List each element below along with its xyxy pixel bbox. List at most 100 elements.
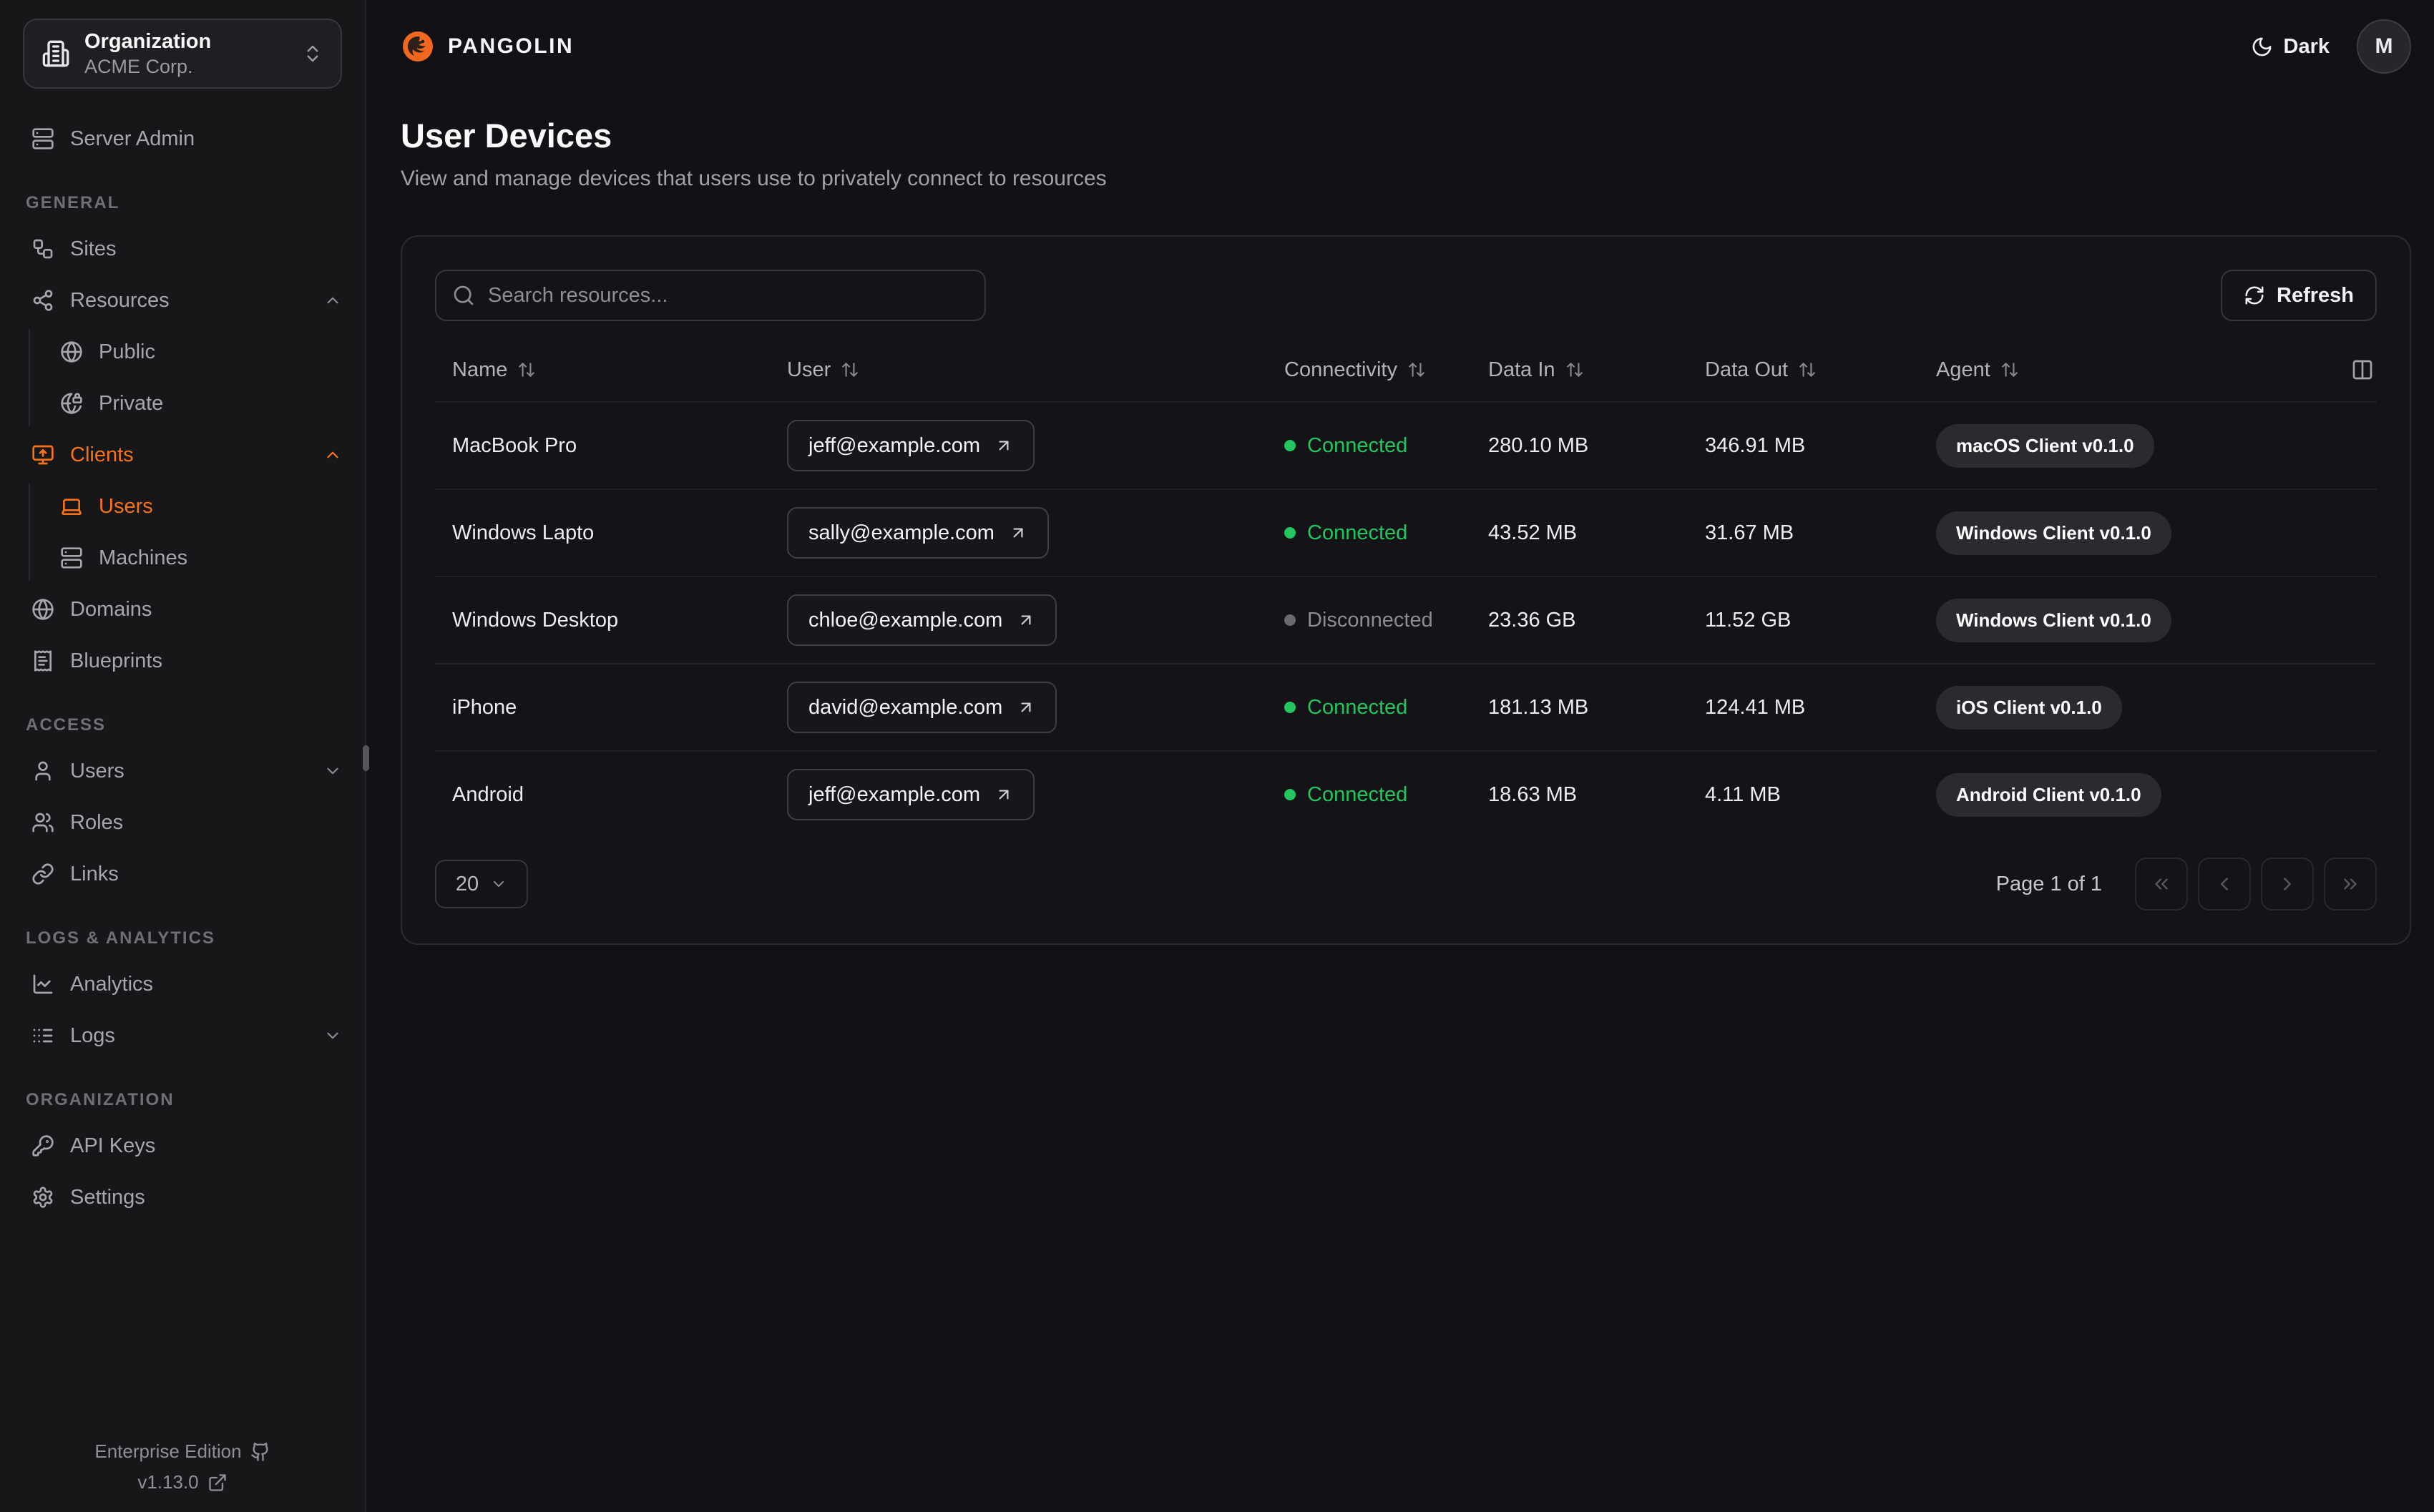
search-icon bbox=[452, 284, 475, 307]
table-row[interactable]: Windows Desktop chloe@example.com Discon… bbox=[435, 576, 2377, 663]
column-header-agent[interactable]: Agent bbox=[1936, 358, 2019, 382]
page-size-select[interactable]: 20 bbox=[435, 860, 528, 908]
globe-icon bbox=[60, 340, 83, 363]
chevron-down-icon bbox=[490, 875, 507, 893]
pagination-controls: Page 1 of 1 bbox=[1996, 858, 2377, 910]
first-page-button[interactable] bbox=[2135, 858, 2188, 910]
app-root: Organization ACME Corp. Server Admin GEN… bbox=[0, 0, 2434, 1512]
monitor-up-icon bbox=[31, 443, 54, 466]
sidebar-section-access: ACCESS Users Roles Links bbox=[0, 715, 365, 900]
sidebar-item-settings[interactable]: Settings bbox=[0, 1172, 365, 1223]
user-icon bbox=[31, 760, 54, 782]
sidebar-item-server-admin[interactable]: Server Admin bbox=[0, 113, 365, 165]
sidebar-item-links[interactable]: Links bbox=[0, 848, 365, 900]
sidebar-item-clients[interactable]: Clients bbox=[0, 429, 365, 481]
table-toolbar: Refresh bbox=[435, 270, 2377, 321]
search-input[interactable] bbox=[488, 283, 969, 308]
user-email: sally@example.com bbox=[808, 521, 994, 544]
devices-card: Refresh Name User Connectivity Data In bbox=[401, 235, 2411, 945]
org-switcher-value: ACME Corp. bbox=[84, 55, 193, 77]
sidebar-section-general: GENERAL Sites Resources Public Private C… bbox=[0, 193, 365, 687]
data-in-value: 23.36 GB bbox=[1488, 608, 1576, 632]
sidebar-item-machines[interactable]: Machines bbox=[0, 532, 365, 584]
status-dot bbox=[1284, 614, 1296, 627]
version-label: v1.13.0 bbox=[137, 1471, 199, 1493]
sidebar-item-roles[interactable]: Roles bbox=[0, 797, 365, 848]
user-link-button[interactable]: jeff@example.com bbox=[787, 769, 1035, 820]
device-name: Windows Desktop bbox=[452, 608, 619, 632]
chart-line-icon bbox=[31, 973, 54, 996]
next-page-button[interactable] bbox=[2261, 858, 2314, 910]
sidebar-item-label: API Keys bbox=[70, 1134, 156, 1157]
previous-page-button[interactable] bbox=[2198, 858, 2251, 910]
sidebar-item-private[interactable]: Private bbox=[0, 378, 365, 429]
sidebar-resize-handle[interactable] bbox=[363, 745, 369, 771]
status-dot bbox=[1284, 440, 1296, 452]
user-link-button[interactable]: david@example.com bbox=[787, 682, 1057, 733]
refresh-button[interactable]: Refresh bbox=[2221, 270, 2377, 321]
avatar[interactable]: M bbox=[2357, 19, 2411, 74]
version-link[interactable]: v1.13.0 bbox=[137, 1471, 227, 1493]
column-header-name[interactable]: Name bbox=[435, 358, 787, 382]
arrow-up-down-icon bbox=[2000, 360, 2019, 379]
sidebar-item-blueprints[interactable]: Blueprints bbox=[0, 635, 365, 687]
data-in-value: 280.10 MB bbox=[1488, 433, 1589, 457]
org-switcher-text: Organization ACME Corp. bbox=[84, 31, 288, 77]
agent-badge: Windows Client v0.1.0 bbox=[1936, 511, 2171, 555]
brand-logo-link[interactable]: PANGOLIN bbox=[401, 29, 574, 64]
sidebar-section-logs-analytics: LOGS & ANALYTICS Analytics Logs bbox=[0, 928, 365, 1061]
connectivity-status: Connected bbox=[1284, 696, 1407, 720]
theme-toggle[interactable]: Dark bbox=[2251, 35, 2330, 59]
column-header-user[interactable]: User bbox=[787, 358, 1284, 382]
column-visibility-button[interactable] bbox=[2351, 358, 2374, 381]
table-row[interactable]: MacBook Pro jeff@example.com Connected 2… bbox=[435, 401, 2377, 489]
data-in-value: 181.13 MB bbox=[1488, 695, 1589, 719]
sidebar-item-analytics[interactable]: Analytics bbox=[0, 958, 365, 1010]
status-dot bbox=[1284, 702, 1296, 714]
external-link-icon bbox=[207, 1473, 228, 1493]
sidebar-item-label: Settings bbox=[70, 1185, 145, 1209]
user-link-button[interactable]: sally@example.com bbox=[787, 507, 1049, 559]
sidebar-item-users[interactable]: Users bbox=[0, 745, 365, 797]
page-title: User Devices bbox=[401, 117, 612, 154]
sidebar-section-organization: ORGANIZATION API Keys Settings bbox=[0, 1090, 365, 1223]
column-header-data-in[interactable]: Data In bbox=[1488, 358, 1705, 382]
user-link-button[interactable]: jeff@example.com bbox=[787, 420, 1035, 471]
sidebar-item-resources[interactable]: Resources bbox=[0, 275, 365, 326]
last-page-button[interactable] bbox=[2324, 858, 2377, 910]
moon-icon bbox=[2251, 36, 2273, 58]
sidebar-item-api-keys[interactable]: API Keys bbox=[0, 1120, 365, 1172]
chevron-right-icon bbox=[2277, 873, 2298, 895]
section-label-access: ACCESS bbox=[26, 715, 107, 735]
logs-icon bbox=[31, 1024, 54, 1047]
server-icon bbox=[31, 127, 54, 150]
org-switcher[interactable]: Organization ACME Corp. bbox=[23, 19, 342, 89]
sidebar-item-label: Logs bbox=[70, 1023, 115, 1047]
share-icon bbox=[31, 289, 54, 312]
refresh-label: Refresh bbox=[2277, 283, 2354, 307]
arrow-up-right-icon bbox=[994, 436, 1013, 455]
sidebar-item-label: Links bbox=[70, 862, 119, 885]
github-icon bbox=[250, 1442, 270, 1462]
data-out-value: 31.67 MB bbox=[1705, 521, 1794, 544]
sidebar-item-logs[interactable]: Logs bbox=[0, 1010, 365, 1061]
device-name: Windows Lapto bbox=[452, 521, 595, 544]
sidebar-item-client-users[interactable]: Users bbox=[0, 481, 365, 532]
agent-badge: Android Client v0.1.0 bbox=[1936, 772, 2161, 817]
table-row[interactable]: iPhone david@example.com Connected 181.1… bbox=[435, 663, 2377, 750]
arrow-up-down-icon bbox=[1798, 360, 1817, 379]
sidebar-item-sites[interactable]: Sites bbox=[0, 223, 365, 275]
sidebar-item-domains[interactable]: Domains bbox=[0, 584, 365, 635]
sidebar-item-public[interactable]: Public bbox=[0, 326, 365, 378]
status-label: Connected bbox=[1307, 695, 1408, 719]
column-header-connectivity[interactable]: Connectivity bbox=[1284, 358, 1488, 382]
device-name: MacBook Pro bbox=[452, 433, 577, 457]
key-icon bbox=[31, 1134, 54, 1157]
table-row[interactable]: Android jeff@example.com Connected 18.63… bbox=[435, 750, 2377, 838]
column-header-agent-wrap: Agent bbox=[1936, 358, 2377, 382]
edition-link[interactable]: Enterprise Edition bbox=[94, 1440, 270, 1463]
column-header-data-out[interactable]: Data Out bbox=[1705, 358, 1936, 382]
edition-label: Enterprise Edition bbox=[94, 1440, 242, 1462]
user-link-button[interactable]: chloe@example.com bbox=[787, 594, 1057, 646]
table-row[interactable]: Windows Lapto sally@example.com Connecte… bbox=[435, 489, 2377, 576]
